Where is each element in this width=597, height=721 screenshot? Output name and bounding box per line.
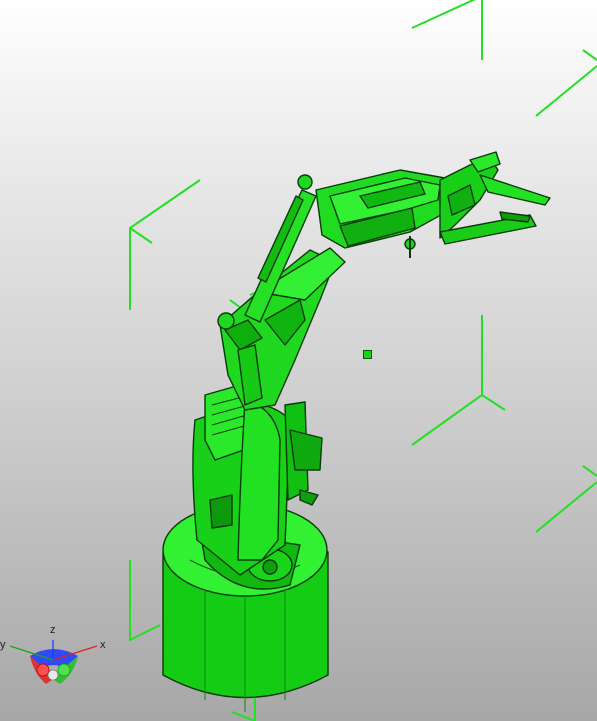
axis-triad[interactable]: z x y: [0, 622, 110, 692]
robot-forearm[interactable]: [315, 169, 451, 258]
bounding-box-corner-icon: [411, 0, 483, 60]
robot-gripper[interactable]: [439, 151, 551, 245]
bounding-box-corner-icon: [535, 49, 597, 117]
bounding-box-corner-icon: [411, 315, 506, 446]
robot-arm-icon[interactable]: [162, 151, 551, 712]
bounding-box-corner-icon: [129, 179, 201, 310]
bounding-box-corner-icon: [535, 465, 597, 533]
3d-viewport[interactable]: z x y: [0, 0, 597, 721]
x-axis-label: x: [100, 639, 106, 651]
pivot-point-icon[interactable]: [363, 350, 372, 359]
z-axis-label: z: [50, 624, 56, 636]
axis-triad-icon: [9, 640, 98, 684]
y-axis-label: y: [0, 639, 6, 651]
scene-canvas[interactable]: [0, 0, 597, 721]
bounding-box-corner-icon: [129, 560, 161, 642]
